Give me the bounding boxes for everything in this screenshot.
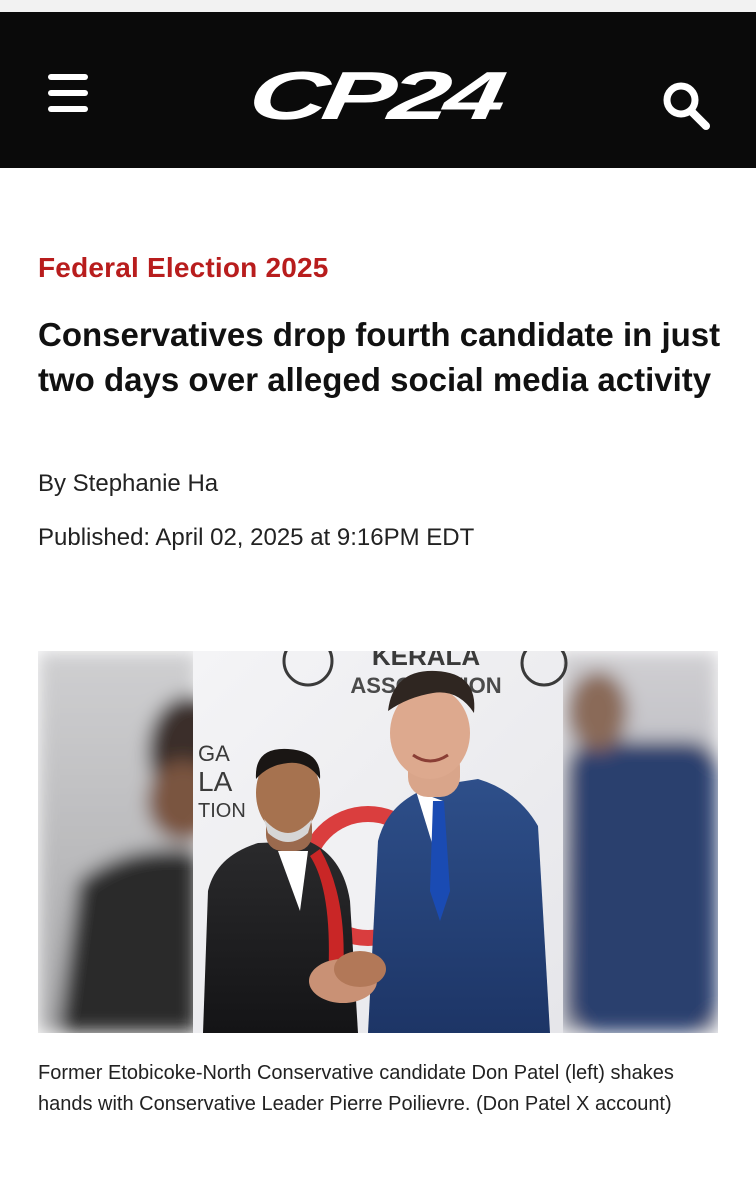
byline: By Stephanie Ha <box>38 470 219 497</box>
search-button[interactable] <box>656 76 716 136</box>
backdrop-fragment: LA <box>198 766 233 797</box>
article-content: Federal Election 2025 Conservatives drop… <box>0 168 756 1200</box>
hamburger-menu-icon-bar <box>48 106 88 112</box>
photo-blur-right <box>558 651 718 1033</box>
backdrop-fragment: TION <box>198 800 246 822</box>
logo-text: CP24 <box>248 64 510 130</box>
hamburger-menu-icon <box>48 74 88 80</box>
site-logo[interactable]: CP24 <box>248 64 510 130</box>
backdrop-fragment: GA <box>198 741 230 766</box>
photo-main: KERALA ASSOCIATION GA LA TION <box>193 651 568 1033</box>
search-icon <box>663 82 710 130</box>
article-headline: Conservatives drop fourth candidate in j… <box>38 316 721 398</box>
article-photo[interactable]: KERALA ASSOCIATION GA LA TION <box>38 651 718 1033</box>
hamburger-menu-icon-bar <box>48 90 88 96</box>
section-label[interactable]: Federal Election 2025 <box>38 252 329 284</box>
backdrop-text: KERALA <box>372 651 481 671</box>
site-header: CP24 <box>0 12 756 168</box>
status-strip <box>0 0 756 12</box>
menu-button[interactable] <box>42 68 96 118</box>
publish-date: Published: April 02, 2025 at 9:16PM EDT <box>38 524 475 551</box>
photo-caption: Former Etobicoke-North Conservative cand… <box>38 1062 674 1115</box>
